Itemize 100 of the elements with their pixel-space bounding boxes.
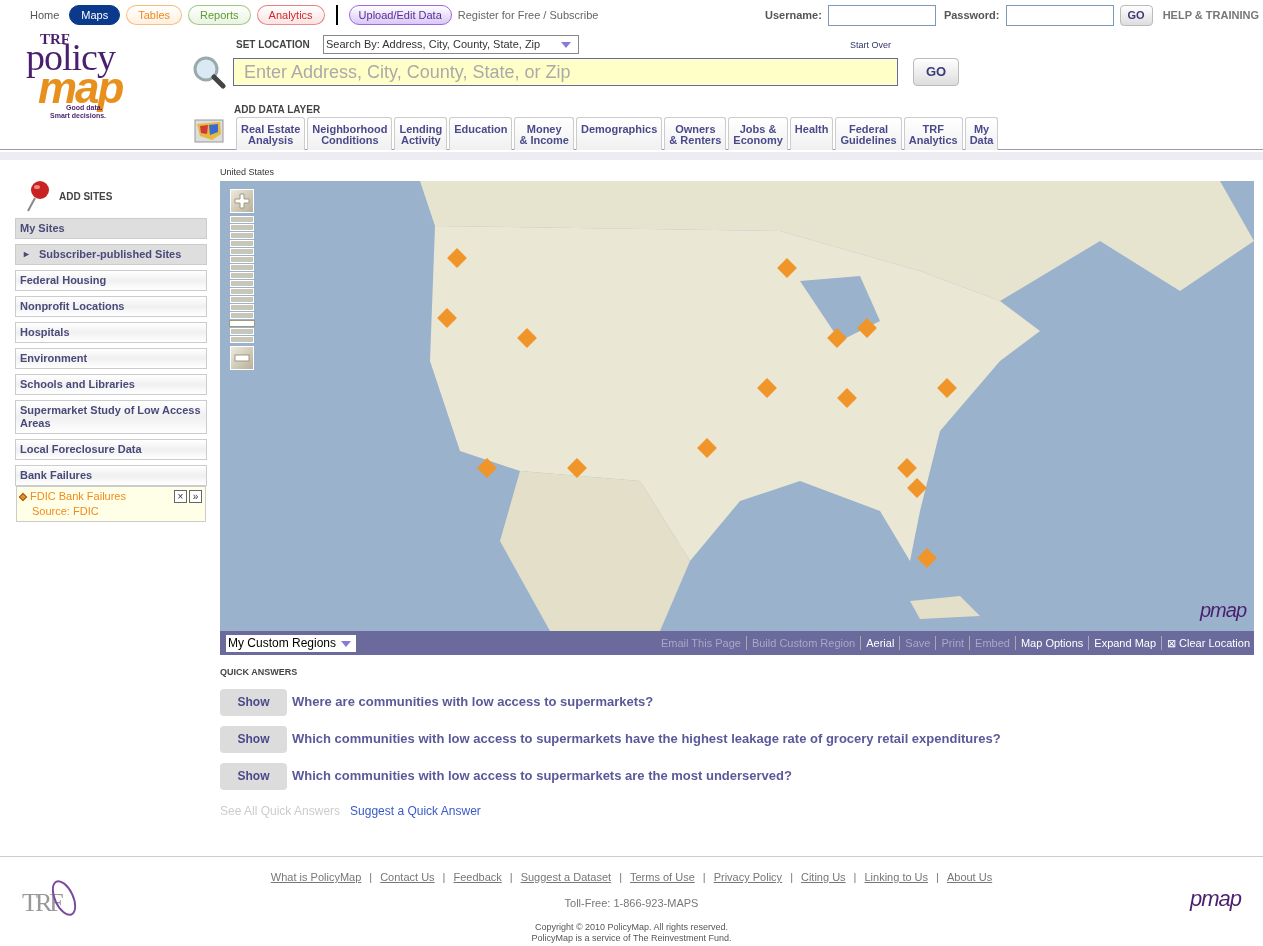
- slider-tick[interactable]: [230, 232, 254, 239]
- phone-number: Toll-Free: 1-866-923-MAPS: [564, 896, 699, 911]
- footer-link[interactable]: Citing Us: [801, 869, 846, 886]
- footer-link[interactable]: Linking to Us: [864, 869, 929, 886]
- footer-link[interactable]: Terms of Use: [630, 869, 695, 886]
- pushpin-icon: [25, 180, 51, 212]
- caret-icon: [561, 42, 571, 48]
- separator: |: [442, 870, 446, 885]
- layer-source: Source: FDIC: [31, 504, 100, 519]
- slider-tick[interactable]: [230, 288, 254, 295]
- data-layer-tab[interactable]: Health: [789, 117, 834, 150]
- data-layer-tab[interactable]: My Data: [964, 117, 999, 150]
- question-text: Which communities with low access to supermarkets have the highest leakage rate of grocery retail expenditures?: [292, 730, 1001, 749]
- footer-link[interactable]: Suggest a Dataset: [520, 869, 612, 886]
- minus-icon: [234, 354, 250, 362]
- data-layer-tab[interactable]: Real Estate Analysis: [236, 117, 306, 150]
- data-layer-tab[interactable]: Money & Income: [514, 117, 574, 150]
- toolbar-link[interactable]: Map Options: [1020, 634, 1084, 652]
- slider-tick[interactable]: [230, 304, 254, 311]
- zoom-thumb[interactable]: [229, 320, 255, 327]
- sidebar-item[interactable]: Schools and Libraries: [15, 374, 207, 395]
- slider-tick[interactable]: [230, 312, 254, 319]
- question-text: Where are communities with low access to supermarkets?: [292, 693, 654, 712]
- data-layer-tab[interactable]: Lending Activity: [394, 117, 448, 150]
- footer-link[interactable]: Feedback: [453, 869, 502, 886]
- sidebar-item[interactable]: Nonprofit Locations: [15, 296, 207, 317]
- slider-tick[interactable]: [230, 272, 254, 279]
- sidebar-item[interactable]: Hospitals: [15, 322, 207, 343]
- nav-tab[interactable]: Analytics: [256, 5, 325, 25]
- show-button[interactable]: Show: [220, 725, 287, 753]
- toolbar-link[interactable]: Expand Map: [1094, 634, 1157, 652]
- toolbar-link[interactable]: Aerial: [866, 634, 895, 652]
- breadcrumb: United States: [220, 166, 276, 179]
- go-button[interactable]: GO: [913, 58, 959, 86]
- quick-answer-link[interactable]: Suggest a Quick Answer: [350, 801, 481, 820]
- slider-tick[interactable]: [230, 240, 254, 247]
- sidebar-item[interactable]: Supermarket Study of Low Access Areas: [15, 400, 207, 434]
- nav-tab[interactable]: Maps: [69, 5, 121, 25]
- start-over-link[interactable]: Start Over: [850, 39, 891, 53]
- sidebar-item[interactable]: Federal Housing: [15, 270, 207, 291]
- footer-link[interactable]: Privacy Policy: [713, 869, 783, 886]
- service-text: PolicyMap is a service of The Reinvestment Fund.: [531, 932, 732, 944]
- data-layer-tab[interactable]: Education: [449, 117, 513, 150]
- slider-tick[interactable]: [230, 224, 254, 231]
- upload-button[interactable]: Upload/Edit Data: [348, 5, 452, 25]
- sidebar-item[interactable]: My Sites: [15, 218, 207, 239]
- username-label: Username:: [765, 8, 822, 24]
- slider-tick[interactable]: [230, 216, 254, 223]
- remove-button[interactable]: ×: [174, 490, 187, 503]
- sidebar-item[interactable]: Local Foreclosure Data: [15, 439, 207, 460]
- layer-name: FDIC Bank Failures: [30, 489, 126, 504]
- separator: |: [702, 870, 706, 885]
- data-layer-tab[interactable]: TRF Analytics: [903, 117, 963, 150]
- slider-tick[interactable]: [230, 280, 254, 287]
- slider-tick[interactable]: [230, 336, 254, 343]
- slider-tick[interactable]: [230, 296, 254, 303]
- copyright-text: Copyright © 2010 PolicyMap. All rights reserved.: [534, 921, 729, 933]
- zoom-out-button[interactable]: [230, 346, 254, 370]
- add-sites-title: ADD SITES: [59, 189, 113, 204]
- sidebar-item[interactable]: Environment: [15, 348, 207, 369]
- toolbar-link[interactable]: ⊠ Clear Location: [1167, 634, 1250, 652]
- password-field[interactable]: [1005, 5, 1114, 26]
- zoom-slider[interactable]: [229, 216, 255, 343]
- footer-link[interactable]: About Us: [946, 869, 993, 886]
- footer-link[interactable]: What is PolicyMap: [270, 869, 362, 886]
- data-layer-tab[interactable]: Federal Guidelines: [835, 117, 902, 150]
- username-field[interactable]: [827, 5, 936, 26]
- triangle-icon: ►: [20, 248, 31, 261]
- help-link[interactable]: HELP & TRAINING: [1162, 7, 1259, 24]
- pmap-logo[interactable]: pmap: [1189, 882, 1241, 915]
- separator: |: [509, 870, 513, 885]
- slider-tick[interactable]: [230, 248, 254, 255]
- region-dropdown[interactable]: My Custom Regions: [226, 634, 356, 652]
- separator: |: [853, 870, 857, 885]
- go-button[interactable]: GO: [1119, 5, 1153, 26]
- slider-tick[interactable]: [230, 264, 254, 271]
- separator: |: [790, 870, 793, 885]
- separator: |: [619, 870, 622, 885]
- data-layer-tab[interactable]: Jobs & Economy: [728, 117, 788, 150]
- set-location-label: SET LOCATION: [236, 38, 310, 52]
- search-icon: [192, 55, 226, 89]
- address-search-field[interactable]: Enter Address, City, County, State, or Zip: [233, 58, 898, 86]
- add-data-layer-label: ADD DATA LAYER: [234, 103, 321, 117]
- data-layer-tab[interactable]: Neighborhood Conditions: [307, 117, 393, 150]
- footer-link[interactable]: Contact Us: [380, 869, 435, 886]
- search-by-dropdown[interactable]: Search By: Address, City, County, State, Zip: [323, 35, 579, 54]
- question-text: Which communities with low access to supermarkets are the most underserved?: [292, 767, 792, 786]
- data-layer-tab[interactable]: Demographics: [575, 117, 663, 150]
- expand-button[interactable]: »: [189, 490, 202, 503]
- zoom-in-button[interactable]: [230, 189, 254, 213]
- register-link[interactable]: Register for Free / Subscribe: [457, 6, 599, 24]
- slider-tick[interactable]: [230, 256, 254, 263]
- quick-answers-title: QUICK ANSWERS: [220, 666, 299, 679]
- show-button[interactable]: Show: [220, 688, 287, 716]
- show-button[interactable]: Show: [220, 762, 287, 790]
- sidebar-item[interactable]: ► Subscriber-published Sites: [15, 244, 207, 265]
- sidebar-item[interactable]: Bank Failures: [15, 465, 207, 486]
- slider-tick[interactable]: [230, 328, 254, 335]
- data-layer-tab[interactable]: Owners & Renters: [664, 117, 727, 150]
- password-label: Password:: [943, 8, 1000, 24]
